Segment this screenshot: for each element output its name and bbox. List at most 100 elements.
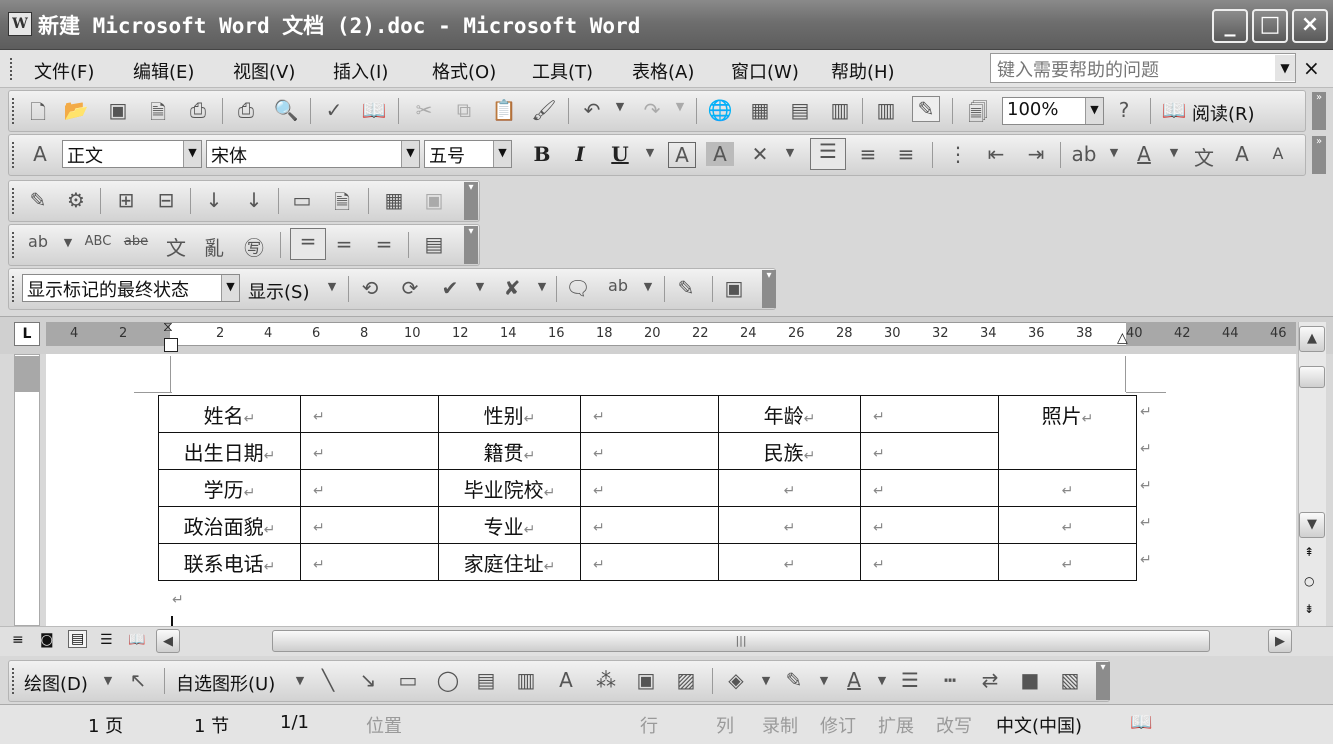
- character-scaling-icon[interactable]: ✕: [746, 142, 774, 166]
- text-box-icon[interactable]: ▤: [472, 668, 500, 692]
- resume-table[interactable]: 姓名↵ ↵ 性别↵ ↵ 年龄↵ ↵ 照片↵ 出生日期↵ ↵ 籍贯↵ ↵ 民族↵ …: [158, 395, 1137, 581]
- table-cell[interactable]: 民族↵: [718, 432, 861, 470]
- view-merged-data-icon[interactable]: ▦: [380, 188, 408, 212]
- first-line-indent-marker[interactable]: ⧖: [163, 319, 173, 335]
- table-cell[interactable]: ↵: [998, 469, 1137, 507]
- phonetic-guide-icon[interactable]: 文: [1190, 142, 1218, 171]
- table-cell[interactable]: 家庭住址↵: [438, 543, 581, 581]
- table-cell[interactable]: ↵: [998, 543, 1137, 581]
- scroll-down-icon[interactable]: ▼: [1299, 512, 1325, 538]
- reject-dropdown-icon[interactable]: ▼: [528, 280, 556, 293]
- table-cell[interactable]: ↵: [300, 543, 439, 581]
- forms-toolbar-grip[interactable]: [12, 188, 16, 214]
- shadow-style-icon[interactable]: ■: [1016, 668, 1044, 692]
- status-overwrite[interactable]: 改写: [936, 712, 972, 738]
- font-color-icon[interactable]: A: [840, 668, 868, 692]
- toolbar-options-icon[interactable]: ▾: [464, 182, 478, 220]
- table-cell[interactable]: ↵: [300, 506, 439, 544]
- font-combo[interactable]: 宋体 ▼: [206, 140, 420, 168]
- character-shading-icon[interactable]: A: [706, 142, 734, 166]
- print-icon[interactable]: ⎙: [232, 98, 260, 122]
- formatting-toolbar-grip[interactable]: [12, 142, 16, 168]
- underline-dropdown-icon[interactable]: ▼: [636, 146, 664, 159]
- menu-table[interactable]: 表格(A): [632, 58, 694, 84]
- reading-layout-view-icon[interactable]: 📖: [128, 632, 145, 648]
- table-cell[interactable]: ↵: [580, 395, 719, 433]
- table-cell[interactable]: 籍贯↵: [438, 432, 581, 470]
- italic-button[interactable]: I: [566, 142, 594, 166]
- align-center-icon[interactable]: =: [330, 232, 358, 256]
- table-cell[interactable]: ↵: [860, 395, 999, 433]
- research-icon[interactable]: 📖: [360, 98, 388, 122]
- shrink-font-icon[interactable]: A: [1264, 144, 1292, 163]
- align-right-icon[interactable]: =: [370, 232, 398, 256]
- undo-dropdown-icon[interactable]: ▼: [606, 100, 634, 113]
- cut-icon[interactable]: ✂: [410, 98, 438, 122]
- fill-color-icon[interactable]: ◈: [722, 668, 750, 692]
- menu-tools[interactable]: 工具(T): [532, 58, 593, 84]
- display-state-dropdown-icon[interactable]: ▼: [221, 275, 239, 301]
- table-cell[interactable]: ↵: [300, 395, 439, 433]
- save-icon[interactable]: ▣: [104, 98, 132, 122]
- new-document-icon[interactable]: 🗋: [24, 98, 52, 132]
- table-cell[interactable]: 年龄↵: [718, 395, 861, 433]
- highlight-icon[interactable]: ab: [604, 276, 632, 295]
- zoom-dropdown-icon[interactable]: ▼: [1085, 98, 1103, 124]
- table-cell[interactable]: 照片↵: [998, 395, 1137, 470]
- style-combo[interactable]: 正文 ▼: [62, 140, 202, 168]
- open-icon[interactable]: 📂: [62, 98, 90, 122]
- font-color-dropdown-icon[interactable]: ▼: [868, 674, 896, 687]
- drawing-toolbar-grip[interactable]: [12, 668, 16, 694]
- menu-format[interactable]: 格式(O): [432, 58, 496, 84]
- word-app-icon[interactable]: W: [8, 12, 32, 36]
- tables-borders-icon[interactable]: ▦: [746, 98, 774, 122]
- select-browse-object-icon[interactable]: ○: [1304, 574, 1314, 588]
- highlight-dropdown-icon[interactable]: ▼: [54, 236, 82, 249]
- maximize-button[interactable]: □: [1252, 9, 1288, 43]
- scaling-dropdown-icon[interactable]: ▼: [776, 146, 804, 159]
- numbering-icon[interactable]: ⋮: [944, 142, 972, 166]
- line-color-icon[interactable]: ✎: [780, 668, 808, 692]
- table-cell[interactable]: 出生日期↵: [158, 432, 301, 470]
- read-button[interactable]: 阅读(R): [1192, 100, 1255, 126]
- scroll-right-icon[interactable]: ▶: [1268, 629, 1292, 653]
- 3d-style-icon[interactable]: ▧: [1056, 668, 1084, 692]
- toolbar-options-icon[interactable]: ▾: [464, 226, 478, 264]
- show-button[interactable]: 显示(S): [248, 278, 309, 304]
- help-icon[interactable]: ?: [1110, 98, 1138, 122]
- table-cell[interactable]: ↵: [860, 432, 999, 470]
- field-properties-icon[interactable]: ⚙: [62, 188, 90, 212]
- redo-dropdown-icon[interactable]: ▼: [666, 100, 694, 113]
- style-dropdown-icon[interactable]: ▼: [183, 141, 201, 167]
- table-cell[interactable]: 联系电话↵: [158, 543, 301, 581]
- dash-style-icon[interactable]: ┅: [936, 668, 964, 692]
- arrow-style-icon[interactable]: ⇄: [976, 668, 1004, 692]
- hyperlink-icon[interactable]: 🌐: [706, 98, 734, 122]
- insert-word-field-icon[interactable]: 🗎: [328, 188, 356, 222]
- spelling-icon[interactable]: ✓: [320, 98, 348, 122]
- outline-view-icon[interactable]: ☰: [100, 632, 113, 648]
- table-cell[interactable]: ↵: [718, 506, 861, 544]
- oval-icon[interactable]: ◯: [434, 668, 462, 692]
- line-icon[interactable]: ╲: [314, 668, 342, 692]
- insert-excel-icon[interactable]: ▥: [826, 98, 854, 122]
- rectangle-icon[interactable]: ▭: [394, 668, 422, 692]
- zoom-combo[interactable]: 100% ▼: [1002, 97, 1104, 125]
- status-record[interactable]: 录制: [762, 712, 798, 738]
- table-cell[interactable]: 姓名↵: [158, 395, 301, 433]
- font-color-dropdown-icon[interactable]: ▼: [1160, 146, 1188, 159]
- status-revise[interactable]: 修订: [820, 712, 856, 738]
- paste-icon[interactable]: 📋: [490, 98, 518, 122]
- highlight-icon[interactable]: ab: [1070, 142, 1098, 166]
- columns-icon[interactable]: ▤: [420, 232, 448, 256]
- grow-font-icon[interactable]: A: [1228, 142, 1256, 166]
- undo-icon[interactable]: ↶: [578, 98, 606, 122]
- track-changes-icon[interactable]: ✎: [672, 276, 700, 300]
- font-color-icon[interactable]: A: [1130, 142, 1158, 166]
- extended-toolbar-grip[interactable]: [12, 232, 16, 258]
- autoshapes-dropdown-icon[interactable]: ▼: [286, 674, 314, 687]
- table-cell[interactable]: ↵: [860, 506, 999, 544]
- help-search-dropdown-icon[interactable]: ▼: [1275, 55, 1295, 81]
- scroll-left-icon[interactable]: ◀: [156, 629, 180, 653]
- accept-change-icon[interactable]: ✔: [436, 276, 464, 300]
